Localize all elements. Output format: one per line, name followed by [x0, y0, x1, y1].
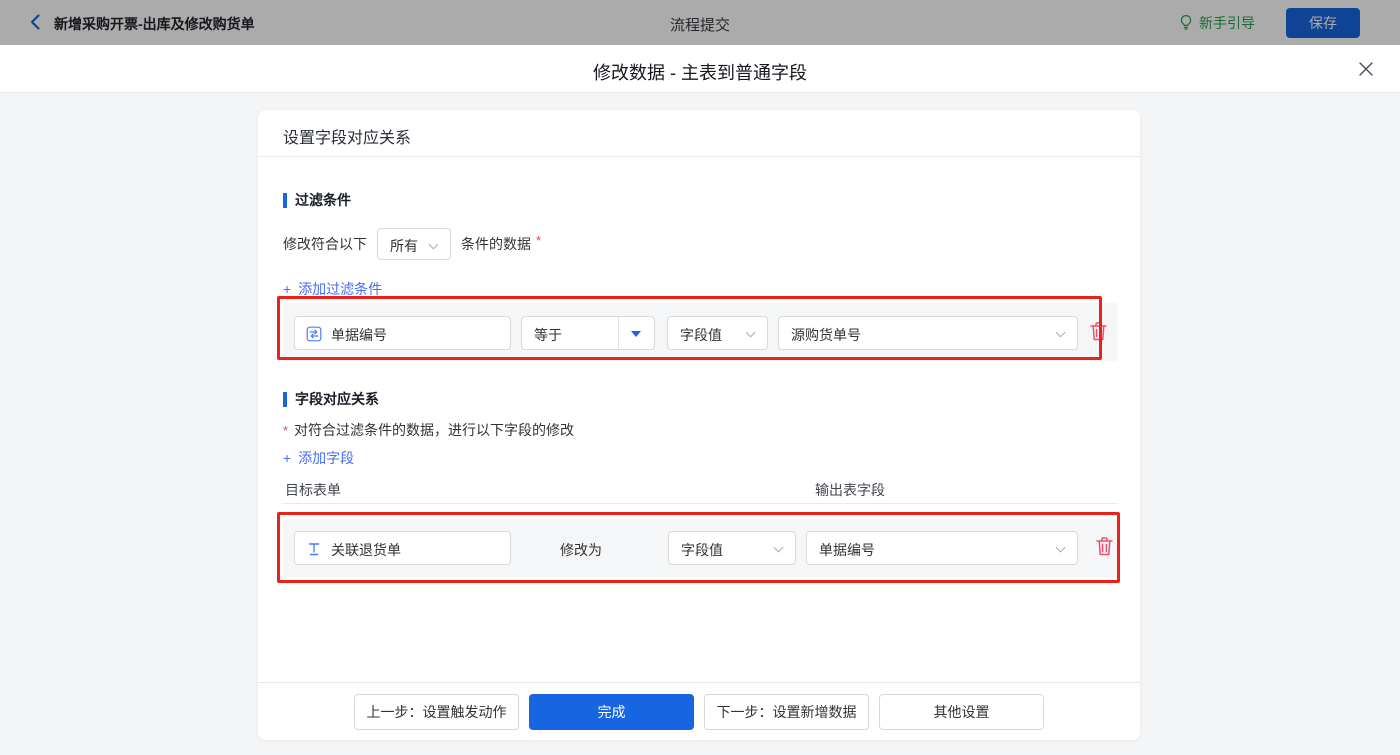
modal-header: 修改数据 - 主表到普通字段	[0, 45, 1400, 93]
mapping-description: * 对符合过滤条件的数据，进行以下字段的修改	[283, 420, 574, 440]
chevron-down-icon	[1056, 543, 1066, 553]
add-filter-condition-link[interactable]: + 添加过滤条件	[283, 279, 382, 299]
mapping-value-value: 单据编号	[819, 540, 875, 560]
done-button[interactable]: 完成	[529, 694, 694, 730]
section-marker-bar	[283, 193, 287, 208]
chevron-down-icon	[429, 240, 439, 250]
section-marker-bar	[283, 392, 287, 407]
filter-section-label: 过滤条件	[295, 190, 351, 210]
match-mode-value: 所有	[390, 236, 418, 256]
card-header-title: 设置字段对应关系	[283, 124, 411, 148]
screen: 新增采购开票-出库及修改购货单 流程提交 新手引导 保存 修改数据 - 主表到普…	[0, 0, 1400, 755]
modal-body: 设置字段对应关系 过滤条件 修改符合以下 所有 条件的数据 * + 添加过滤条件	[0, 93, 1400, 755]
filter-section-title: 过滤条件	[283, 190, 351, 210]
delete-mapping-row-button[interactable]	[1094, 536, 1114, 558]
card-footer: 上一步：设置触发动作 完成 下一步：设置新增数据 其他设置	[258, 682, 1140, 740]
text-field-icon	[306, 541, 322, 562]
plus-icon: +	[283, 450, 291, 466]
serial-number-field-icon	[306, 326, 322, 347]
required-asterisk: *	[536, 233, 541, 248]
filter-condition-row: 单据编号 等于 字段值 源购货单号	[283, 303, 1117, 361]
modify-to-label: 修改为	[560, 540, 602, 560]
mapping-value-type-select[interactable]: 字段值	[668, 531, 796, 565]
add-field-link[interactable]: + 添加字段	[283, 448, 354, 468]
operator-caret-segment[interactable]	[618, 317, 654, 349]
mapping-field-picker[interactable]: 关联退货单	[294, 531, 511, 565]
add-filter-condition-label: 添加过滤条件	[298, 279, 382, 299]
filter-operator-value: 等于	[534, 325, 562, 345]
next-step-button[interactable]: 下一步：设置新增数据	[704, 694, 869, 730]
mapping-section-label: 字段对应关系	[295, 389, 379, 409]
filter-field-value: 单据编号	[331, 325, 387, 345]
other-settings-button[interactable]: 其他设置	[879, 694, 1044, 730]
close-icon[interactable]	[1358, 61, 1374, 77]
match-mode-select[interactable]: 所有	[377, 228, 451, 260]
filter-match-row: 修改符合以下 所有 条件的数据 *	[283, 228, 541, 260]
mapping-row: 关联退货单 修改为 字段值 单据编号	[283, 519, 1117, 577]
delete-filter-condition-button[interactable]	[1088, 321, 1108, 343]
chevron-down-icon	[774, 543, 784, 553]
mapping-description-text: 对符合过滤条件的数据，进行以下字段的修改	[294, 422, 574, 438]
match-suffix-label: 条件的数据	[461, 234, 531, 254]
modal-dim-overlay	[0, 0, 1400, 45]
filter-operator-select[interactable]: 等于	[521, 316, 655, 350]
prev-step-button[interactable]: 上一步：设置触发动作	[354, 694, 519, 730]
mapping-value-select[interactable]: 单据编号	[806, 531, 1078, 565]
column-header-target-form: 目标表单	[285, 480, 341, 500]
filter-field-picker[interactable]: 单据编号	[294, 316, 511, 350]
caret-down-icon	[631, 331, 641, 337]
match-prefix-label: 修改符合以下	[283, 234, 367, 254]
card-header: 设置字段对应关系	[258, 110, 1140, 157]
filter-value-select[interactable]: 源购货单号	[778, 316, 1078, 350]
mapping-section-title: 字段对应关系	[283, 389, 379, 409]
top-navbar: 新增采购开票-出库及修改购货单 流程提交 新手引导 保存	[0, 0, 1400, 45]
column-header-output-field: 输出表字段	[815, 480, 885, 500]
chevron-down-icon	[746, 328, 756, 338]
column-divider	[283, 503, 1117, 504]
required-asterisk: *	[283, 423, 288, 438]
filter-value-value: 源购货单号	[791, 325, 861, 345]
chevron-down-icon	[1056, 328, 1066, 338]
mapping-field-value: 关联退货单	[331, 540, 401, 560]
filter-value-type-value: 字段值	[680, 325, 722, 345]
filter-value-type-select[interactable]: 字段值	[667, 316, 768, 350]
mapping-value-type-value: 字段值	[681, 540, 723, 560]
plus-icon: +	[283, 281, 291, 297]
settings-card: 设置字段对应关系 过滤条件 修改符合以下 所有 条件的数据 * + 添加过滤条件	[258, 110, 1140, 740]
add-field-label: 添加字段	[298, 448, 354, 468]
modal-title: 修改数据 - 主表到普通字段	[0, 59, 1400, 85]
